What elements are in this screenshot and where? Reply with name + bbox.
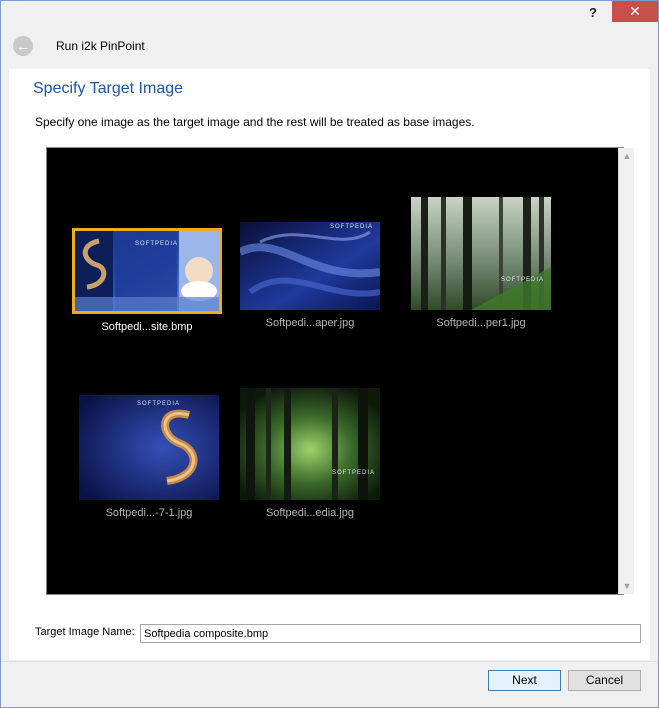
instructions-text: Specify one image as the target image an… [35,115,475,129]
close-button[interactable]: ✕ [612,1,658,22]
thumbnail-image [79,395,219,500]
thumbnail-image [240,388,380,500]
thumbnail-label: Softpedi...-7-1.jpg [105,507,193,519]
thumbnail-watermark: SOFTPEDIA [137,401,181,407]
image-gallery[interactable]: SOFTPEDIA Softpedi...site.bmp SOFTPEDIA … [46,147,634,595]
help-button[interactable]: ? [581,3,605,23]
thumbnail-watermark: SOFTPEDIA [501,277,545,283]
thumbnail[interactable]: SOFTPEDIA [79,395,219,500]
gallery-item[interactable]: SOFTPEDIA Softpedi...aper.jpg [230,222,390,329]
next-button[interactable]: Next [488,670,561,691]
target-image-name-label: Target Image Name: [35,626,135,638]
thumbnail-watermark: SOFTPEDIA [330,224,374,230]
thumbnail-selected[interactable]: SOFTPEDIA [72,228,222,314]
wizard-window: ? ✕ ← Run i2k PinPoint Specify Target Im… [0,0,659,708]
thumbnail-label: Softpedi...aper.jpg [265,317,355,329]
thumbnail[interactable]: SOFTPEDIA [411,197,551,310]
content-panel: Specify Target Image Specify one image a… [9,69,650,660]
thumbnail-image [411,197,551,310]
back-arrow-icon[interactable]: ← [13,36,33,56]
thumbnail-image [240,222,380,310]
gallery-item[interactable]: SOFTPEDIA Softpedi...site.bmp [67,228,227,333]
page-heading: Specify Target Image [33,80,184,97]
thumbnail-label: Softpedi...per1.jpg [436,317,526,329]
thumbnail[interactable]: SOFTPEDIA [240,222,380,310]
cancel-button[interactable]: Cancel [568,670,641,691]
thumbnail-watermark: SOFTPEDIA [332,470,376,476]
gallery-item[interactable]: SOFTPEDIA Softpedi...-7-1.jpg [69,395,229,519]
scroll-up-icon[interactable]: ▲ [619,148,635,164]
thumbnail[interactable]: SOFTPEDIA [240,388,380,500]
target-name-row: Target Image Name: [9,622,650,644]
gallery-scrollbar[interactable]: ▲ ▼ [618,148,634,594]
gallery-item[interactable]: SOFTPEDIA Softpedi...per1.jpg [401,197,561,329]
thumbnail-label: Softpedi...site.bmp [101,321,193,333]
wizard-header: ← Run i2k PinPoint [1,25,658,67]
wizard-title: Run i2k PinPoint [56,39,145,53]
wizard-footer: Next Cancel [1,661,658,707]
target-image-name-field[interactable] [140,624,641,643]
title-bar: ? ✕ [1,1,658,25]
scroll-down-icon[interactable]: ▼ [619,578,635,594]
gallery-item[interactable]: SOFTPEDIA Softpedi...edia.jpg [230,388,390,519]
thumbnail-label: Softpedi...edia.jpg [265,507,355,519]
thumbnail-watermark: SOFTPEDIA [135,241,179,247]
